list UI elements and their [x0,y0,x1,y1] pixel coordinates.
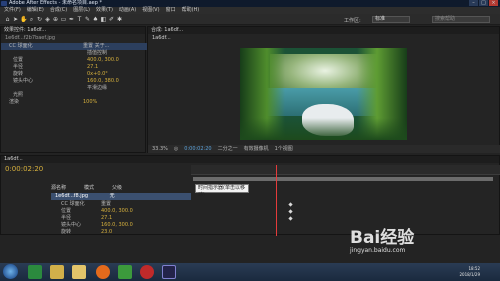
window-title: Adobe After Effects - 未命名项目.aep * [9,0,102,6]
property-row: 半径 27.1 [61,215,113,221]
effect-controls-tab[interactable]: 效果控件: 1a6df... [1,27,145,34]
composition-tab[interactable]: 合成: 1a6df... [148,27,499,34]
eraser-tool-icon[interactable]: ◧ [100,16,107,23]
folder-icon[interactable] [72,265,86,279]
column-parent[interactable]: 父级 [112,184,122,191]
pen-tool-icon[interactable]: ✒ [68,16,75,23]
menu-help[interactable]: 帮助(H) [182,7,200,14]
property-row: 旋转 23.0 [61,229,113,235]
menu-composition[interactable]: 合成(C) [50,7,67,14]
system-clock[interactable]: 18:52 2018/1/29 [459,266,480,278]
clock-date: 2018/1/29 [459,272,480,277]
layer-row[interactable]: 1e6df...f8.jpg 无 [51,193,191,200]
menu-layer[interactable]: 图层(L) [73,7,90,14]
workspace-select[interactable]: 标准 [372,16,410,23]
timeline-panel: 1a6df... 0:00:02:20 源名称 模式 父级 1e6df...f8… [0,155,500,236]
keyframe[interactable] [288,209,293,214]
effect-source-label: 1e6df...f2b7baef.jpg [5,35,56,41]
menu-file[interactable]: 文件(F) [4,7,21,14]
keyframe[interactable] [288,202,293,207]
watermark-url: jingyan.baidu.com [350,247,406,254]
effect-row: 镜头中心 160.0, 380.0 [13,78,119,84]
snapshot-icon[interactable]: ◎ [174,145,178,153]
watermark-brand: Bai经验 [350,228,415,248]
rotate-tool-icon[interactable]: ↻ [36,16,43,23]
after-effects-icon[interactable] [162,265,176,279]
zoom-select[interactable]: 33.3% [152,145,168,153]
property-row: CC 球面化 重置 [61,201,112,207]
text-tool-icon[interactable]: T [76,16,83,23]
layer-properties: CC 球面化 重置 位置 400.0, 300.0 半径 27.1 镜头中心 160.0… [61,201,191,236]
app-icon-green[interactable] [28,265,42,279]
workspace-label: 工作区: [344,18,361,24]
selection-tool-icon[interactable]: ➤ [12,16,19,23]
menu-edit[interactable]: 编辑(E) [27,7,44,14]
effect-row: 插值控制 [87,50,108,56]
camera-select[interactable]: 有效摄像机 [244,145,269,153]
column-source-name[interactable]: 源名称 [51,184,66,191]
effect-row: 光照 [13,92,24,98]
maximize-button[interactable]: □ [479,0,488,6]
puppet-tool-icon[interactable]: ✱ [116,16,123,23]
timeline-timecode[interactable]: 0:00:02:20 [5,165,43,173]
effect-row[interactable]: CC 球面化 重置 关于... [1,43,147,50]
home-icon[interactable]: ⌂ [4,16,11,23]
baidu-watermark: Bai经验 jingyan.baidu.com [350,230,480,264]
work-area-bar[interactable] [193,177,493,181]
menu-bar: 文件(F) 编辑(E) 合成(C) 图层(L) 效果(T) 动画(A) 视图(V… [0,7,500,14]
app-icon [1,1,7,6]
current-time-indicator[interactable] [276,165,277,236]
window-controls: – □ × [469,0,498,7]
menu-effect[interactable]: 效果(T) [96,7,113,14]
time-ruler[interactable] [191,165,500,175]
search-help-input[interactable]: 搜索帮助 [432,16,490,23]
smooth-checkbox[interactable]: 平滑边缘 [87,85,107,91]
property-row: 镜头中心 160.0, 300.0 [61,222,133,228]
close-button[interactable]: × [489,0,498,6]
composition-footer: 33.3% ◎ 0:00:02:20 二分之一 有效摄像机 1个视图 [148,145,500,153]
menu-window[interactable]: 窗口 [166,7,176,14]
taskbar: 18:52 2018/1/29 [0,263,500,281]
effect-row: 平滑边缘 [1,85,147,92]
timeline-columns: 源名称 模式 父级 [51,184,122,191]
zoom-tool-icon[interactable]: ⌕ [28,16,35,23]
property-row: 位置 400.0, 300.0 [61,208,133,214]
media-icon[interactable] [118,265,132,279]
brush-tool-icon[interactable]: ✎ [84,16,91,23]
effect-row: 旋转 0x+0.0° [13,71,108,77]
minimize-button[interactable]: – [469,0,478,6]
column-mode[interactable]: 模式 [84,184,94,191]
viewer-bottom-foliage [240,118,407,140]
mask-tool-icon[interactable]: ▭ [60,16,67,23]
start-button[interactable] [3,264,18,279]
record-icon[interactable] [140,265,154,279]
pan-behind-tool-icon[interactable]: ⊕ [52,16,59,23]
title-bar: Adobe After Effects - 未命名项目.aep * – □ × [0,0,500,7]
firefox-icon[interactable] [96,265,110,279]
stamp-tool-icon[interactable]: ♠ [92,16,99,23]
roto-tool-icon[interactable]: ✐ [108,16,115,23]
views-select[interactable]: 1个视图 [275,145,293,153]
effect-rows: CC 球面化 重置 关于... 插值控制 位置 400.0, 300.0 半径 27.… [1,43,147,106]
keyframe[interactable] [288,216,293,221]
composition-viewer[interactable] [240,48,407,140]
effect-row: 半径 27.1 [13,64,99,70]
tooltip: 时间指示器(单击以移动) [195,184,249,198]
menu-view[interactable]: 视图(V) [142,7,159,14]
timeline-tab[interactable]: 1a6df... [1,156,499,163]
menu-animation[interactable]: 动画(A) [119,7,136,14]
effect-row: 渲染 100% [9,99,98,105]
camera-tool-icon[interactable]: ◈ [44,16,51,23]
resolution-select[interactable]: 二分之一 [218,145,238,153]
comp-timecode[interactable]: 0:00:02:20 [184,145,211,153]
composition-subtab[interactable]: 1a6df... [152,35,171,41]
app-icon-yellow[interactable] [50,265,64,279]
effect-row: 位置 400.0, 300.0 [13,57,119,63]
hand-tool-icon[interactable]: ✋ [20,16,27,23]
effect-controls-panel: 效果控件: 1a6df... 1e6df...f2b7baef.jpg CC 球… [0,26,147,153]
tools-bar: ⌂ ➤ ✋ ⌕ ↻ ◈ ⊕ ▭ ✒ T ✎ ♠ ◧ ✐ ✱ 工作区: 标准 搜索… [0,14,500,25]
